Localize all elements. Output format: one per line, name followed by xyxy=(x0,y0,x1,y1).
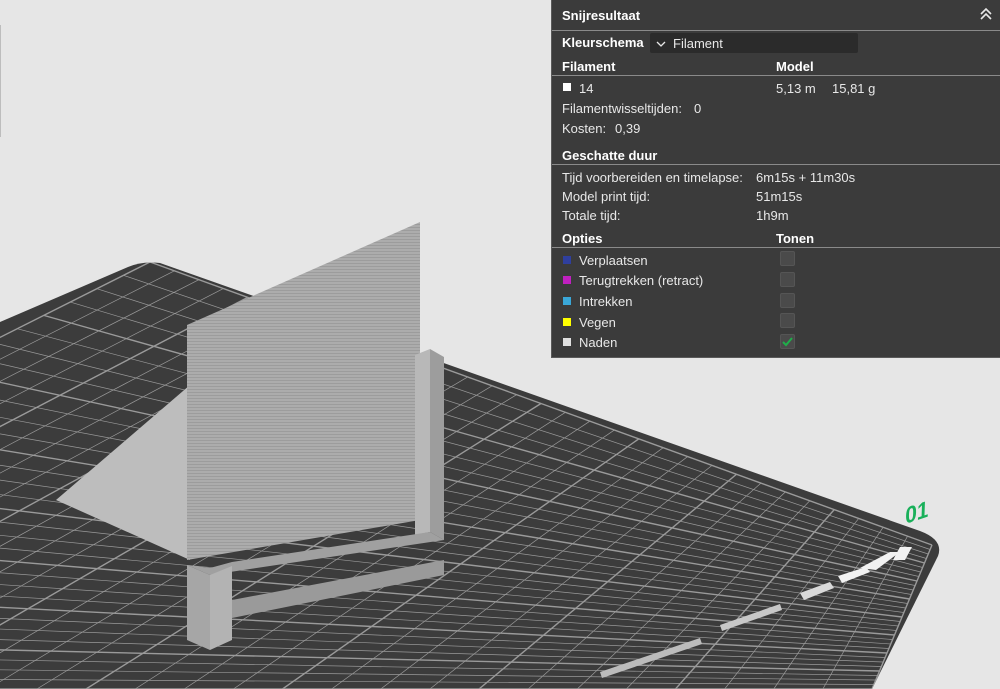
model-column-header: Model xyxy=(776,59,814,74)
divider xyxy=(552,75,1000,76)
total-time-value: 1h9m xyxy=(756,208,789,223)
viewport-edge xyxy=(0,25,1,137)
chevron-down-icon xyxy=(656,37,666,47)
filament-weight: 15,81 g xyxy=(832,81,876,96)
color-scheme-value: Filament xyxy=(673,36,723,51)
filament-id: 14 xyxy=(579,81,594,96)
cost-label: Kosten: xyxy=(562,121,607,136)
show-checkbox-verplaatsen[interactable] xyxy=(780,251,795,266)
collapse-chevron-icon[interactable] xyxy=(978,6,994,22)
total-time-label: Totale tijd: xyxy=(562,208,621,223)
option-label: Intrekken xyxy=(579,294,633,309)
check-icon xyxy=(782,337,793,347)
plate-number: 01 xyxy=(905,495,929,529)
filament-changes-value: 0 xyxy=(694,101,702,116)
show-checkbox-vegen[interactable] xyxy=(780,313,795,328)
legend-swatch xyxy=(563,338,571,346)
divider xyxy=(552,164,1000,165)
show-header: Tonen xyxy=(776,231,815,246)
show-checkbox-terugtrekken[interactable] xyxy=(780,272,795,287)
legend-swatch xyxy=(563,318,571,326)
prep-time-value: 6m15s + 11m30s xyxy=(756,170,856,185)
model-back-panel xyxy=(187,222,420,560)
color-scheme-dropdown[interactable]: Filament xyxy=(650,33,858,53)
prep-time-label: Tijd voorbereiden en timelapse: xyxy=(562,170,743,185)
model-print-time-label: Model print tijd: xyxy=(562,189,651,204)
model-right-post xyxy=(415,349,430,535)
legend-swatch xyxy=(563,297,571,305)
legend-swatch xyxy=(563,256,571,264)
option-label: Naden xyxy=(579,335,618,350)
option-label: Terugtrekken (retract) xyxy=(579,273,704,288)
show-checkbox-naden[interactable] xyxy=(780,334,795,349)
divider xyxy=(552,247,1000,248)
model-left-post xyxy=(187,565,210,650)
panel-title: Snijresultaat xyxy=(562,8,641,23)
cost-value: 0,39 xyxy=(615,121,641,136)
model-left-post-front xyxy=(210,566,232,650)
filament-changes-label: Filamentwisseltijden: xyxy=(562,101,682,116)
option-label: Vegen xyxy=(579,315,616,330)
slice-result-panel: Snijresultaat Kleurschema Filament Filam… xyxy=(551,0,1000,358)
duration-header: Geschatte duur xyxy=(562,148,658,163)
color-scheme-label: Kleurschema xyxy=(562,35,644,50)
option-label: Verplaatsen xyxy=(579,253,648,268)
options-header: Opties xyxy=(562,231,603,246)
filament-column-header: Filament xyxy=(562,59,616,74)
show-checkbox-intrekken[interactable] xyxy=(780,293,795,308)
filament-length: 5,13 m xyxy=(776,81,816,96)
filament-color-swatch xyxy=(563,83,571,91)
model-print-time-value: 51m15s xyxy=(756,189,803,204)
model-right-post-side xyxy=(430,349,444,540)
legend-swatch xyxy=(563,276,571,284)
